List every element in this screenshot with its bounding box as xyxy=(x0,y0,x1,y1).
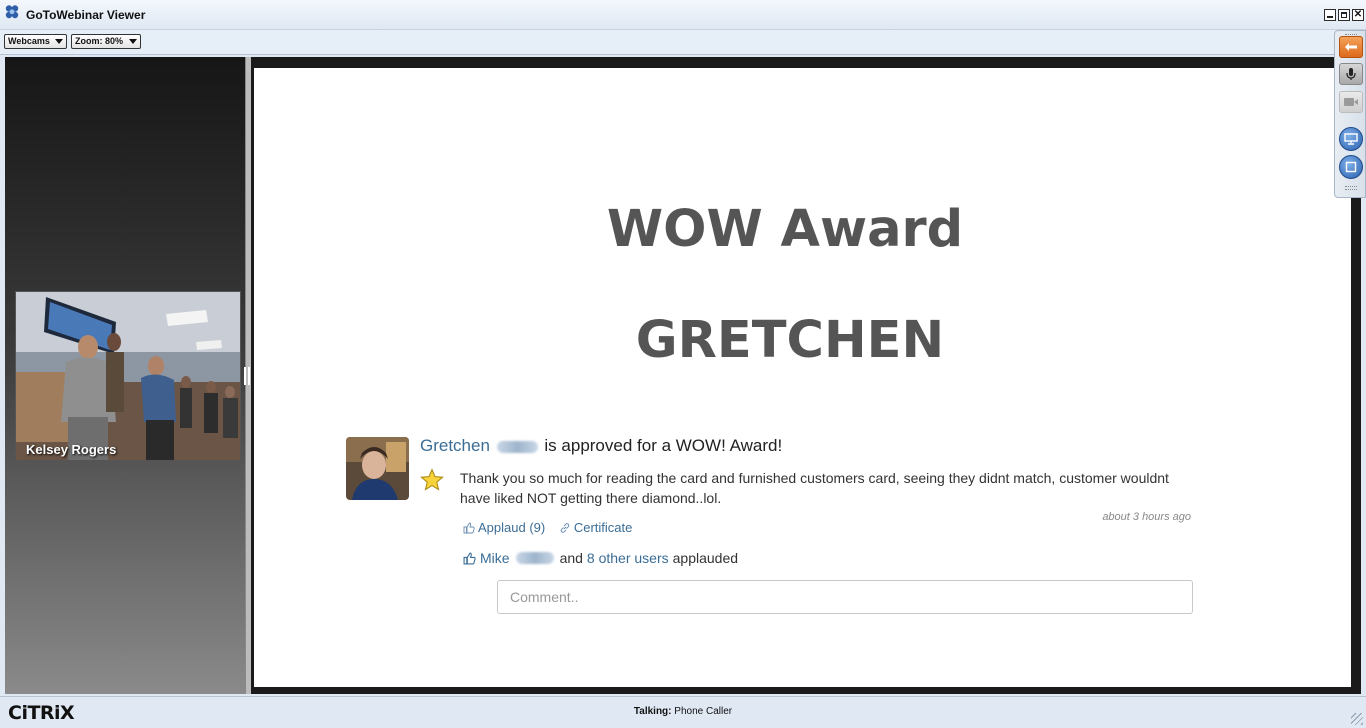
post-timestamp: about 3 hours ago xyxy=(1102,511,1191,523)
arrow-left-icon xyxy=(1345,43,1357,51)
maximize-button[interactable] xyxy=(1338,9,1350,21)
thumbs-up-icon xyxy=(463,522,475,534)
monitor-icon xyxy=(1344,133,1358,145)
post-author-link[interactable]: Gretchen xyxy=(420,436,490,455)
post-body: Thank you so much for reading the card a… xyxy=(460,470,1169,506)
applauded-summary: Mike and 8 other users applauded xyxy=(463,550,738,566)
star-icon xyxy=(420,468,444,491)
webcam-button[interactable] xyxy=(1339,91,1363,113)
gotowebinar-flower-icon xyxy=(5,5,19,19)
certificate-label: Certificate xyxy=(573,520,633,536)
window-controls: ✕ xyxy=(1324,9,1364,21)
talking-value: Phone Caller xyxy=(674,706,733,717)
splitter-grip-icon[interactable] xyxy=(244,367,250,385)
talking-label: Talking: xyxy=(633,706,672,717)
comment-input[interactable]: Comment.. xyxy=(497,580,1193,614)
zoom-dropdown[interactable]: Zoom: 80% xyxy=(71,34,141,49)
control-panel xyxy=(1334,30,1366,198)
minimize-button[interactable] xyxy=(1324,9,1336,21)
chevron-down-icon xyxy=(55,39,63,44)
webcams-dropdown[interactable]: Webcams xyxy=(4,34,67,49)
webcams-dropdown-label: Webcams xyxy=(8,36,50,46)
resize-grip-icon[interactable] xyxy=(1351,713,1363,725)
screen-viewer-button[interactable] xyxy=(1339,127,1363,151)
shared-screen: WOW Award GRETCHEN Gretchen is approved … xyxy=(254,68,1351,687)
post-actions: Applaud (9) Certificate xyxy=(463,519,642,535)
redacted-surname xyxy=(515,552,554,564)
fullscreen-icon xyxy=(1345,161,1357,173)
other-users-link[interactable]: 8 other users xyxy=(587,550,669,566)
presenter-name: Kelsey Rogers xyxy=(26,442,117,457)
microphone-icon xyxy=(1346,68,1356,80)
window-title: GoToWebinar Viewer xyxy=(26,8,146,22)
thumbs-up-icon xyxy=(463,552,476,564)
post-headline: Gretchen is approved for a WOW! Award! xyxy=(420,436,782,456)
video-camera-icon xyxy=(1344,98,1358,106)
status-bar: CiTRiX Talking: Phone Caller xyxy=(0,696,1366,728)
slide-subtitle: GRETCHEN xyxy=(635,311,945,370)
slide-title: WOW Award xyxy=(606,200,964,259)
avatar xyxy=(346,437,409,500)
link-icon xyxy=(560,522,570,533)
viewer-toolbar: Webcams Zoom: 80% xyxy=(0,30,1366,55)
show-hide-panel-button[interactable] xyxy=(1339,36,1363,58)
applaud-button[interactable]: Applaud (9) xyxy=(463,520,545,535)
close-button[interactable]: ✕ xyxy=(1352,9,1364,21)
redacted-surname xyxy=(496,440,538,453)
chevron-down-icon xyxy=(129,39,137,44)
applauded-text: applauded xyxy=(672,550,739,566)
full-screen-button[interactable] xyxy=(1339,155,1363,179)
and-text: and xyxy=(559,550,583,566)
applaud-label: Applaud (9) xyxy=(478,520,546,536)
certificate-link[interactable]: Certificate xyxy=(559,520,633,536)
post-approved-text: is approved for a WOW! Award! xyxy=(544,436,783,455)
microphone-button[interactable] xyxy=(1339,63,1363,85)
window-titlebar: GoToWebinar Viewer ✕ xyxy=(0,0,1366,30)
talking-indicator: Talking: Phone Caller xyxy=(0,706,1366,717)
zoom-dropdown-label: Zoom: 80% xyxy=(75,36,124,46)
webcam-video[interactable] xyxy=(15,291,241,461)
drag-grip-icon[interactable] xyxy=(1345,186,1357,190)
applauder-link[interactable]: Mike xyxy=(480,550,510,566)
